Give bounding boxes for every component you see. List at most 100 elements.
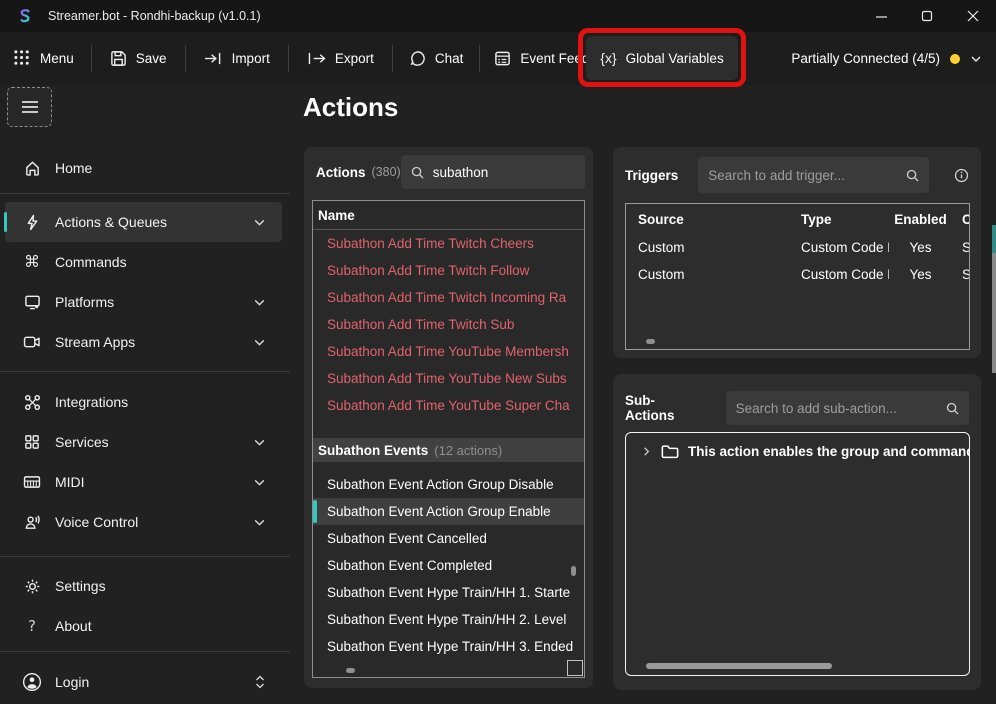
connection-status-label: Partially Connected (4/5): [791, 51, 940, 66]
actions-panel-label: Actions: [316, 165, 366, 180]
search-icon: [946, 402, 959, 415]
chevron-down-icon: [253, 216, 266, 229]
info-icon[interactable]: [954, 168, 969, 183]
trigger-cell: S: [952, 267, 970, 282]
actions-list[interactable]: Name Subathon Add Time Twitch CheersSuba…: [312, 200, 585, 678]
resize-grip[interactable]: [567, 660, 583, 676]
sidebar-item-settings[interactable]: Settings: [5, 566, 282, 606]
action-row-disabled[interactable]: Subathon Add Time YouTube Membersh: [313, 338, 584, 365]
sidebar-item-commands[interactable]: ⌘Commands: [5, 242, 282, 282]
edge-scrollbar-thumb[interactable]: [992, 253, 996, 373]
triggers-panel-label: Triggers: [625, 168, 678, 183]
horizontal-scrollbar-thumb[interactable]: [646, 663, 832, 669]
triggers-search[interactable]: [698, 157, 929, 193]
sidebar-item-login[interactable]: Login: [5, 662, 282, 702]
sidebar-divider: [0, 371, 290, 372]
edge-scrollbar-accent[interactable]: [992, 225, 996, 253]
action-row-selected[interactable]: Subathon Event Action Group Enable: [313, 498, 584, 525]
export-button[interactable]: Export: [289, 32, 392, 85]
actions-panel: Actions (380) Name Subathon Add Time Twi…: [304, 147, 593, 688]
sidebar-item-services[interactable]: Services: [5, 422, 282, 462]
action-row-disabled[interactable]: Subathon Add Time Twitch Incoming Ra: [313, 284, 584, 311]
sub-actions-search-input[interactable]: [736, 401, 937, 416]
action-row[interactable]: Subathon Event Completed: [313, 552, 584, 579]
chevron-right-icon[interactable]: [641, 446, 652, 457]
sidebar-item-about[interactable]: ?About: [5, 606, 282, 646]
import-button[interactable]: Import: [186, 32, 288, 85]
triggers-panel: Triggers Source Type Enabled C CustomCus…: [613, 147, 981, 358]
col-enabled: Enabled: [889, 212, 952, 227]
action-row-disabled[interactable]: Subathon Add Time YouTube Super Cha: [313, 392, 584, 419]
menu-grid-icon: [14, 50, 31, 67]
action-row[interactable]: Subathon Event Cancelled: [313, 525, 584, 552]
global-variables-button[interactable]: {x} Global Variables: [586, 36, 738, 80]
action-row-disabled[interactable]: Subathon Add Time Twitch Cheers: [313, 230, 584, 257]
trigger-row[interactable]: CustomCustom Code EveYesS: [626, 234, 969, 261]
sub-actions-search[interactable]: [726, 391, 969, 425]
sidebar-item-actions-queues[interactable]: Actions & Queues: [5, 202, 282, 242]
trigger-cell: Custom: [626, 267, 789, 282]
horizontal-scrollbar-thumb[interactable]: [646, 339, 655, 344]
triggers-table-header: Source Type Enabled C: [626, 204, 969, 234]
connection-status[interactable]: Partially Connected (4/5): [791, 32, 982, 85]
menu-button[interactable]: Menu: [0, 32, 91, 85]
action-group-header[interactable]: Subathon Events (12 actions): [313, 438, 584, 462]
trigger-cell: Custom Code Eve: [789, 267, 889, 282]
sidebar-item-label: Voice Control: [55, 514, 138, 530]
actions-panel-header: Actions (380): [304, 147, 593, 189]
hamburger-menu-button[interactable]: [8, 88, 51, 126]
vertical-scrollbar-thumb[interactable]: [571, 566, 576, 576]
video-camera-icon: [22, 335, 42, 349]
chat-label: Chat: [435, 51, 464, 66]
action-row-disabled[interactable]: Subathon Add Time Twitch Follow: [313, 257, 584, 284]
sidebar-item-label: Home: [55, 160, 92, 176]
event-feed-button[interactable]: Event Feed: [480, 32, 603, 85]
streamerbot-logo-icon: [17, 8, 33, 24]
sidebar-item-label: Settings: [55, 578, 106, 594]
col-clipped: C: [952, 212, 970, 227]
save-label: Save: [136, 51, 167, 66]
sidebar-item-integrations[interactable]: Integrations: [5, 382, 282, 422]
sidebar-item-midi[interactable]: MIDI: [5, 462, 282, 502]
event-feed-label: Event Feed: [520, 51, 589, 66]
triggers-search-input[interactable]: [708, 168, 897, 183]
trigger-cell: Yes: [889, 267, 952, 282]
sidebar-item-platforms[interactable]: Platforms: [5, 282, 282, 322]
export-label: Export: [335, 51, 374, 66]
search-icon: [906, 169, 919, 182]
sidebar-item-home[interactable]: Home: [5, 148, 282, 188]
toolbar-buttons: Menu Save Import Export Chat Event Feed: [0, 32, 604, 85]
actions-search[interactable]: [401, 155, 585, 189]
horizontal-scrollbar-thumb[interactable]: [346, 668, 355, 673]
window-controls: [858, 0, 996, 32]
action-row-disabled[interactable]: Subathon Add Time YouTube New Subs: [313, 365, 584, 392]
minimize-button[interactable]: [858, 0, 904, 32]
action-row[interactable]: Subathon Event Action Group Disable: [313, 471, 584, 498]
sub-actions-tree[interactable]: This action enables the group and comman…: [625, 432, 970, 676]
action-row[interactable]: Subathon Event Hype Train/HH 3. Ended: [313, 633, 584, 660]
triggers-table[interactable]: Source Type Enabled C CustomCustom Code …: [625, 203, 970, 350]
sub-action-group-item[interactable]: This action enables the group and comman…: [626, 433, 969, 459]
chat-button[interactable]: Chat: [393, 32, 480, 85]
action-row[interactable]: Subathon Event Hype Train/HH 2. Level: [313, 606, 584, 633]
home-icon: [22, 160, 42, 177]
save-button[interactable]: Save: [92, 32, 185, 85]
group-name: Subathon Events: [318, 443, 428, 458]
sidebar-item-stream-apps[interactable]: Stream Apps: [5, 322, 282, 362]
trigger-row[interactable]: CustomCustom Code EveYesS: [626, 261, 969, 288]
sidebar-divider: [0, 556, 290, 557]
sidebar-item-voice-control[interactable]: Voice Control: [5, 502, 282, 542]
event-feed-icon: [494, 50, 511, 67]
actions-search-input[interactable]: [433, 165, 575, 180]
piano-icon: [22, 475, 42, 489]
trigger-cell: Yes: [889, 240, 952, 255]
close-button[interactable]: [950, 0, 996, 32]
trigger-cell: S: [952, 240, 970, 255]
action-row-disabled[interactable]: Subathon Add Time Twitch Sub: [313, 311, 584, 338]
global-variables-label: Global Variables: [626, 51, 724, 66]
folder-icon: [661, 444, 679, 459]
action-row[interactable]: Subathon Event Hype Train/HH 1. Starte: [313, 579, 584, 606]
sidebar-divider: [0, 651, 290, 652]
maximize-button[interactable]: [904, 0, 950, 32]
updown-icon: [254, 674, 266, 690]
